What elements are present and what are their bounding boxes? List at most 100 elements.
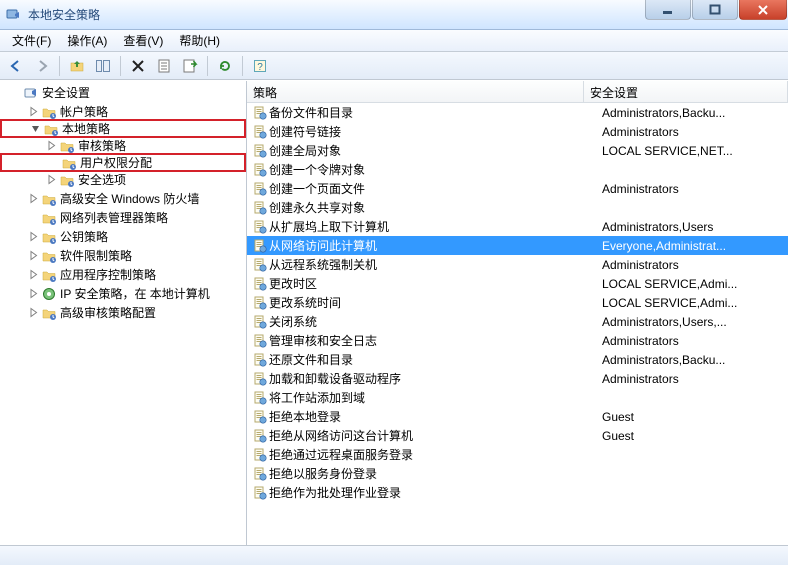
tree-item-label: 网络列表管理器策略 bbox=[60, 209, 168, 226]
policy-name: 备份文件和目录 bbox=[269, 104, 602, 121]
minimize-icon bbox=[662, 4, 674, 16]
svg-text:?: ? bbox=[257, 62, 263, 73]
tree-item[interactable]: 安全选项 bbox=[0, 170, 246, 189]
list-row[interactable]: 创建全局对象LOCAL SERVICE,NET... bbox=[247, 141, 788, 160]
expand-toggle-icon[interactable] bbox=[46, 140, 58, 152]
properties-button[interactable] bbox=[152, 55, 176, 77]
expand-toggle-icon[interactable] bbox=[28, 106, 40, 118]
expand-toggle-icon[interactable] bbox=[28, 269, 40, 281]
back-button[interactable] bbox=[4, 55, 28, 77]
tree-item[interactable]: 用户权限分配 bbox=[0, 153, 246, 172]
work-area: 安全设置帐户策略本地策略审核策略用户权限分配安全选项高级安全 Windows 防… bbox=[0, 80, 788, 545]
security-setting: Administrators,Users bbox=[602, 220, 788, 234]
list-row[interactable]: 拒绝作为批处理作业登录 bbox=[247, 483, 788, 502]
policy-item-icon bbox=[251, 485, 269, 501]
folder-icon bbox=[41, 305, 57, 321]
tree-item[interactable]: 公钥策略 bbox=[0, 227, 246, 246]
list-row[interactable]: 拒绝以服务身份登录 bbox=[247, 464, 788, 483]
list-row[interactable]: 加载和卸载设备驱动程序Administrators bbox=[247, 369, 788, 388]
delete-button[interactable] bbox=[126, 55, 150, 77]
tree-item[interactable]: 应用程序控制策略 bbox=[0, 265, 246, 284]
list-row[interactable]: 更改时区LOCAL SERVICE,Admi... bbox=[247, 274, 788, 293]
security-setting: Administrators bbox=[602, 258, 788, 272]
refresh-button[interactable] bbox=[213, 55, 237, 77]
up-level-button[interactable] bbox=[65, 55, 89, 77]
policy-item-icon bbox=[251, 314, 269, 330]
export-button[interactable] bbox=[178, 55, 202, 77]
list-row[interactable]: 创建永久共享对象 bbox=[247, 198, 788, 217]
list-row[interactable]: 创建一个令牌对象 bbox=[247, 160, 788, 179]
tree-item[interactable]: 网络列表管理器策略 bbox=[0, 208, 246, 227]
policy-name: 创建一个令牌对象 bbox=[269, 161, 602, 178]
tree-item-label: 高级安全 Windows 防火墙 bbox=[60, 190, 199, 207]
tree-item[interactable]: IP 安全策略，在 本地计算机 bbox=[0, 284, 246, 303]
folder-icon bbox=[59, 138, 75, 154]
close-button[interactable] bbox=[739, 0, 787, 20]
list-row[interactable]: 从网络访问此计算机Everyone,Administrat... bbox=[247, 236, 788, 255]
column-header-setting[interactable]: 安全设置 bbox=[584, 81, 788, 103]
ip-policy-icon bbox=[41, 286, 57, 302]
list-row[interactable]: 更改系统时间LOCAL SERVICE,Admi... bbox=[247, 293, 788, 312]
list-row[interactable]: 拒绝从网络访问这台计算机Guest bbox=[247, 426, 788, 445]
tree-item-label: 本地策略 bbox=[62, 120, 110, 137]
policy-item-icon bbox=[251, 219, 269, 235]
policy-name: 创建一个页面文件 bbox=[269, 180, 602, 197]
titlebar: 本地安全策略 bbox=[0, 0, 788, 30]
list-row[interactable]: 关闭系统Administrators,Users,... bbox=[247, 312, 788, 331]
folder-icon bbox=[41, 248, 57, 264]
list-row[interactable]: 备份文件和目录Administrators,Backu... bbox=[247, 103, 788, 122]
tree-pane[interactable]: 安全设置帐户策略本地策略审核策略用户权限分配安全选项高级安全 Windows 防… bbox=[0, 81, 247, 545]
tree-item[interactable]: 高级安全 Windows 防火墙 bbox=[0, 189, 246, 208]
tree-item-label: 安全设置 bbox=[42, 84, 90, 101]
list-row[interactable]: 还原文件和目录Administrators,Backu... bbox=[247, 350, 788, 369]
expand-toggle-icon[interactable] bbox=[28, 288, 40, 300]
menu-help[interactable]: 帮助(H) bbox=[171, 30, 228, 51]
list-row[interactable]: 拒绝通过远程桌面服务登录 bbox=[247, 445, 788, 464]
security-setting: LOCAL SERVICE,Admi... bbox=[602, 277, 788, 291]
list-row[interactable]: 将工作站添加到域 bbox=[247, 388, 788, 407]
list-row[interactable]: 创建一个页面文件Administrators bbox=[247, 179, 788, 198]
tree-item[interactable]: 安全设置 bbox=[0, 83, 246, 102]
list-row[interactable]: 从远程系统强制关机Administrators bbox=[247, 255, 788, 274]
policy-name: 更改系统时间 bbox=[269, 294, 602, 311]
policy-item-icon bbox=[251, 124, 269, 140]
help-button[interactable]: ? bbox=[248, 55, 272, 77]
show-hide-tree-button[interactable] bbox=[91, 55, 115, 77]
menu-action[interactable]: 操作(A) bbox=[59, 30, 115, 51]
expand-toggle-icon bbox=[28, 212, 40, 224]
policy-name: 创建永久共享对象 bbox=[269, 199, 602, 216]
list-row[interactable]: 拒绝本地登录Guest bbox=[247, 407, 788, 426]
toolbar-separator bbox=[120, 56, 121, 76]
list-row[interactable]: 管理审核和安全日志Administrators bbox=[247, 331, 788, 350]
list-row[interactable]: 创建符号链接Administrators bbox=[247, 122, 788, 141]
column-header-policy[interactable]: 策略 bbox=[247, 81, 584, 103]
tree-item[interactable]: 高级审核策略配置 bbox=[0, 303, 246, 322]
expand-toggle-icon[interactable] bbox=[46, 174, 58, 186]
close-icon bbox=[757, 4, 769, 16]
expand-toggle-icon[interactable] bbox=[28, 193, 40, 205]
policy-item-icon bbox=[251, 428, 269, 444]
expand-toggle-icon[interactable] bbox=[28, 231, 40, 243]
tree-item[interactable]: 软件限制策略 bbox=[0, 246, 246, 265]
menu-view[interactable]: 查看(V) bbox=[115, 30, 171, 51]
folder-icon bbox=[59, 172, 75, 188]
policy-name: 拒绝以服务身份登录 bbox=[269, 465, 602, 482]
security-setting: Administrators,Users,... bbox=[602, 315, 788, 329]
expand-toggle-icon[interactable] bbox=[30, 123, 42, 135]
forward-button[interactable] bbox=[30, 55, 54, 77]
expand-toggle-icon[interactable] bbox=[28, 250, 40, 262]
security-root-icon bbox=[23, 85, 39, 101]
minimize-button[interactable] bbox=[645, 0, 691, 20]
folder-icon bbox=[41, 210, 57, 226]
maximize-button[interactable] bbox=[692, 0, 738, 20]
policy-item-icon bbox=[251, 181, 269, 197]
policy-name: 加载和卸载设备驱动程序 bbox=[269, 370, 602, 387]
tree-item[interactable]: 本地策略 bbox=[0, 119, 246, 138]
folder-icon bbox=[41, 229, 57, 245]
list-pane[interactable]: 策略 安全设置 备份文件和目录Administrators,Backu...创建… bbox=[247, 81, 788, 545]
list-row[interactable]: 从扩展坞上取下计算机Administrators,Users bbox=[247, 217, 788, 236]
tree-item-label: 帐户策略 bbox=[60, 103, 108, 120]
menu-file[interactable]: 文件(F) bbox=[4, 30, 59, 51]
expand-toggle-icon[interactable] bbox=[28, 307, 40, 319]
policy-item-icon bbox=[251, 238, 269, 254]
